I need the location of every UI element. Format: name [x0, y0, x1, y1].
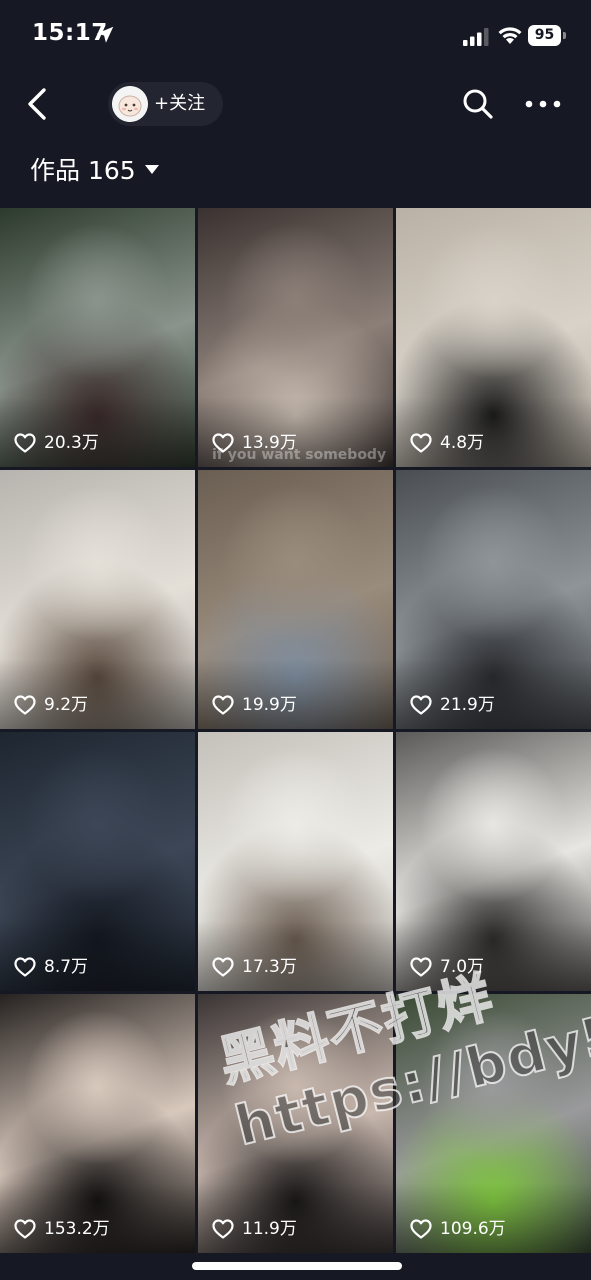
location-arrow-icon [96, 26, 114, 43]
like-count: 7.0万 [440, 957, 485, 977]
cellular-signal-icon [463, 28, 489, 46]
search-icon[interactable] [460, 86, 496, 122]
profile-works-page: 15:17 95 +关注 作品 165 20.3万 if you want so… [0, 0, 591, 1280]
like-count: 8.7万 [44, 957, 89, 977]
heart-icon [14, 695, 36, 715]
like-count: 17.3万 [242, 957, 297, 977]
heart-icon [14, 1219, 36, 1239]
heart-icon [410, 695, 432, 715]
wifi-icon [498, 27, 522, 44]
like-count: 13.9万 [242, 433, 297, 453]
like-count-row: 13.9万 [212, 431, 297, 455]
like-count-row: 20.3万 [14, 431, 99, 455]
video-thumbnail[interactable]: 21.9万 [396, 470, 591, 729]
like-count-row: 11.9万 [212, 1217, 297, 1241]
video-thumbnail[interactable]: 109.6万 [396, 994, 591, 1253]
avatar[interactable] [112, 86, 148, 122]
heart-icon [410, 957, 432, 977]
like-count-row: 8.7万 [14, 955, 88, 979]
like-count: 9.2万 [44, 695, 89, 715]
like-count: 20.3万 [44, 433, 99, 453]
battery-level: 95 [528, 25, 561, 46]
chevron-left-icon[interactable] [22, 86, 54, 122]
like-count: 19.9万 [242, 695, 297, 715]
video-thumbnail[interactable]: 11.9万 [198, 994, 393, 1253]
heart-icon [212, 433, 234, 453]
video-thumbnail[interactable]: 19.9万 [198, 470, 393, 729]
home-indicator [192, 1262, 402, 1270]
video-thumbnail[interactable]: 7.0万 [396, 732, 591, 991]
follow-button[interactable]: +关注 [108, 82, 223, 126]
follow-label: +关注 [154, 93, 206, 114]
video-thumbnail[interactable]: 153.2万 [0, 994, 195, 1253]
works-count-dropdown[interactable]: 作品 165 [30, 152, 159, 190]
heart-icon [212, 695, 234, 715]
video-thumbnail[interactable]: if you want somebody 13.9万 [198, 208, 393, 467]
heart-icon [14, 433, 36, 453]
heart-icon [410, 1219, 432, 1239]
like-count-row: 153.2万 [14, 1217, 110, 1241]
heart-icon [410, 433, 432, 453]
like-count: 153.2万 [44, 1219, 110, 1239]
like-count: 11.9万 [242, 1219, 297, 1239]
heart-icon [14, 957, 36, 977]
like-count-row: 109.6万 [410, 1217, 506, 1241]
video-thumbnail[interactable]: 20.3万 [0, 208, 195, 467]
video-thumbnail[interactable]: 9.2万 [0, 470, 195, 729]
like-count-row: 19.9万 [212, 693, 297, 717]
like-count: 21.9万 [440, 695, 495, 715]
like-count-row: 9.2万 [14, 693, 88, 717]
like-count-row: 21.9万 [410, 693, 495, 717]
more-dots-icon[interactable] [524, 92, 562, 116]
avatar-face-icon [112, 86, 148, 122]
like-count-row: 4.8万 [410, 431, 484, 455]
video-thumbnail[interactable]: 17.3万 [198, 732, 393, 991]
like-count: 109.6万 [440, 1219, 506, 1239]
caret-down-icon [144, 164, 159, 174]
works-count-label: 作品 165 [30, 156, 136, 185]
video-grid: 20.3万 if you want somebody 13.9万 4.8万 9.2万 19… [0, 208, 591, 1280]
video-thumbnail[interactable]: 8.7万 [0, 732, 195, 991]
like-count-row: 7.0万 [410, 955, 484, 979]
like-count: 4.8万 [440, 433, 485, 453]
heart-icon [212, 1219, 234, 1239]
battery-indicator: 95 [528, 25, 566, 47]
status-bar: 15:17 95 [0, 0, 591, 72]
battery-cap [563, 32, 566, 39]
video-thumbnail[interactable]: 4.8万 [396, 208, 591, 467]
like-count-row: 17.3万 [212, 955, 297, 979]
heart-icon [212, 957, 234, 977]
